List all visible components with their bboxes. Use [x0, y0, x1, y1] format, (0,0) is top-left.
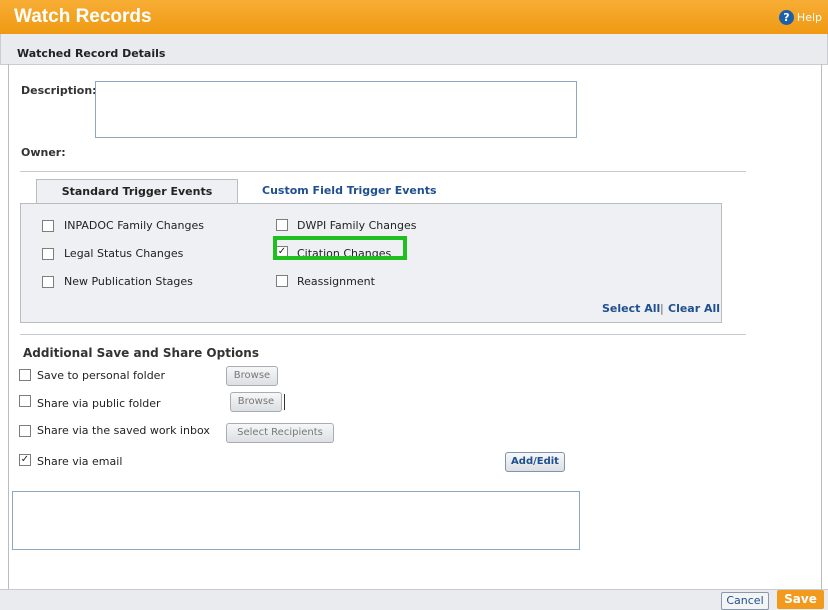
cancel-button[interactable]: Cancel [721, 592, 769, 610]
share-inbox-label: Share via the saved work inbox [37, 424, 210, 437]
clear-all-link[interactable]: Clear All [668, 302, 720, 315]
description-label: Description: [21, 84, 97, 97]
divider [20, 334, 746, 335]
footer-bar [0, 589, 828, 610]
share-email-checkbox[interactable]: ✓ [19, 454, 31, 466]
dwpi-family-label: DWPI Family Changes [297, 219, 417, 232]
dwpi-family-checkbox[interactable] [276, 219, 288, 231]
help-label: Help [796, 10, 822, 24]
select-all-link[interactable]: Select All [602, 302, 660, 315]
inpadoc-family-checkbox[interactable] [42, 220, 54, 232]
share-inbox-checkbox[interactable] [19, 425, 31, 437]
inpadoc-family-label: INPADOC Family Changes [64, 219, 204, 232]
section-header: Watched Record Details [0, 34, 828, 65]
reassignment-label: Reassignment [297, 275, 375, 288]
save-personal-folder-label: Save to personal folder [37, 369, 165, 382]
browse-personal-button[interactable]: Browse [226, 366, 278, 386]
text-cursor [284, 394, 285, 410]
select-recipients-button[interactable]: Select Recipients [226, 423, 334, 443]
save-button[interactable]: Save [777, 590, 824, 609]
add-edit-button[interactable]: Add/Edit [505, 452, 565, 472]
share-options-title: Additional Save and Share Options [23, 346, 259, 360]
question-icon: ? [778, 9, 794, 25]
citation-changes-highlight [273, 236, 407, 260]
help-button[interactable]: ? Help [778, 9, 822, 25]
description-input[interactable] [95, 81, 577, 138]
owner-label: Owner: [21, 146, 66, 159]
tab-custom-field-trigger-events[interactable]: Custom Field Trigger Events [262, 179, 462, 203]
legal-status-checkbox[interactable] [42, 248, 54, 260]
tab-standard-trigger-events[interactable]: Standard Trigger Events [36, 179, 238, 204]
browse-public-button[interactable]: Browse [230, 392, 282, 412]
share-public-folder-checkbox[interactable] [19, 395, 31, 407]
new-publication-label: New Publication Stages [64, 275, 193, 288]
email-recipients-input[interactable] [12, 491, 580, 550]
divider [20, 171, 746, 172]
save-personal-folder-checkbox[interactable] [19, 369, 31, 381]
share-email-label: Share via email [37, 455, 123, 468]
section-title: Watched Record Details [17, 47, 166, 60]
title-bar: Watch Records ? Help [0, 0, 828, 34]
reassignment-checkbox[interactable] [276, 275, 288, 287]
legal-status-label: Legal Status Changes [64, 247, 184, 260]
new-publication-checkbox[interactable] [42, 276, 54, 288]
share-public-folder-label: Share via public folder [37, 397, 161, 410]
link-separator: | [660, 302, 664, 315]
window-title: Watch Records [14, 6, 152, 27]
